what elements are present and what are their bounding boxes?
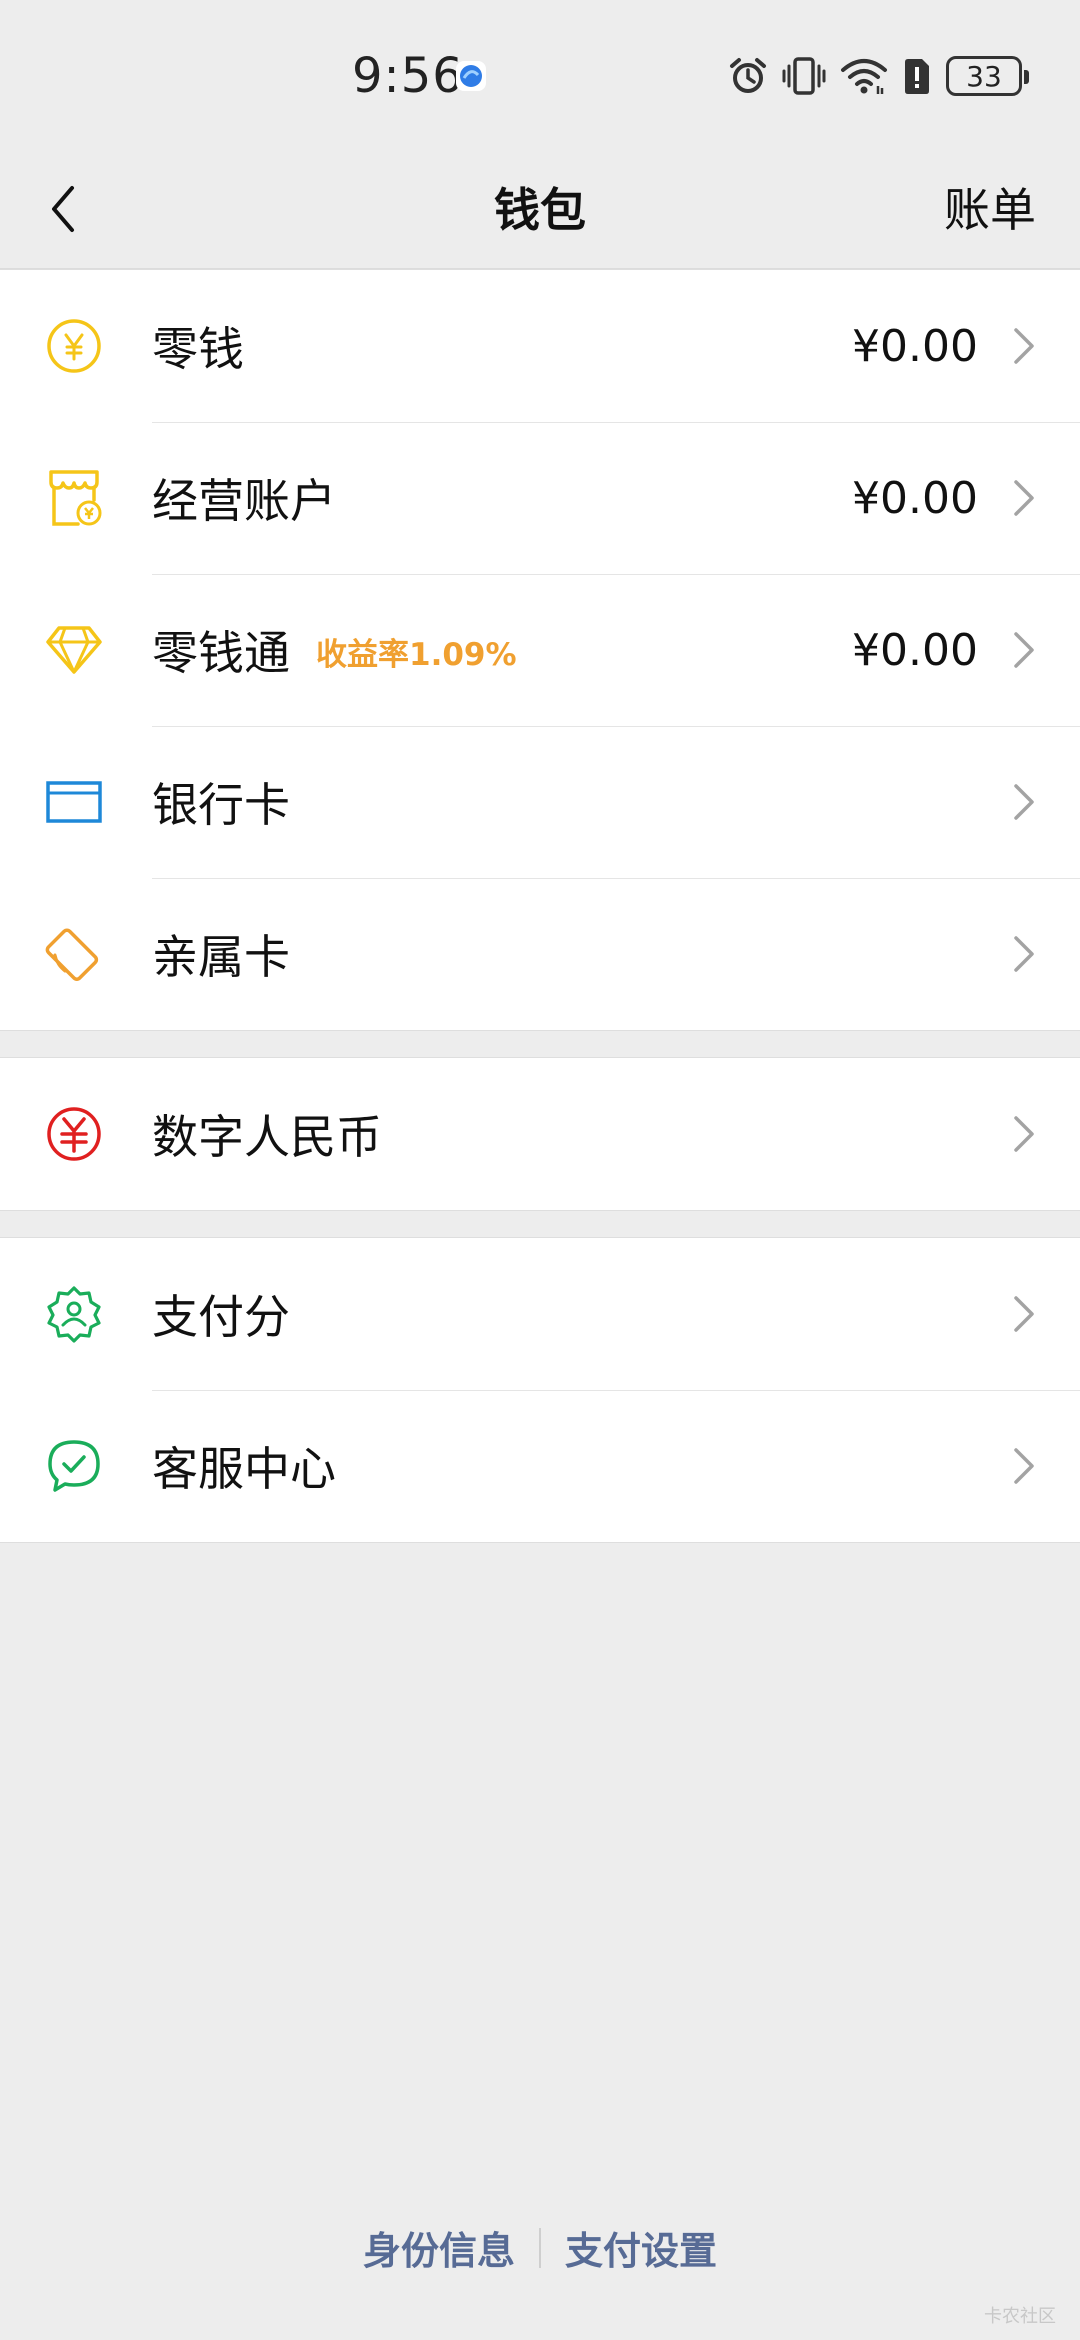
list-item-label: 支付分: [152, 1290, 290, 1344]
list-item-label: 经营账户: [152, 474, 336, 528]
bank-card-icon: [44, 772, 104, 832]
list-item-title: 零钱通: [152, 626, 290, 680]
list-item-change[interactable]: 零钱 ¥0.00: [0, 270, 1080, 422]
customer-service-icon: [44, 1436, 104, 1496]
sim-alert-icon: [905, 59, 929, 94]
battery-indicator: 33: [946, 56, 1029, 96]
identity-info-link[interactable]: 身份信息: [363, 2220, 515, 2275]
chevron-right-icon: [1014, 1296, 1034, 1332]
status-icons: 33: [728, 50, 1029, 102]
wifi-icon: [841, 59, 887, 94]
payment-settings-link[interactable]: 支付设置: [565, 2220, 717, 2275]
navigation-bar: 钱包 账单: [0, 150, 1080, 269]
list-item-digital-rmb[interactable]: 数字人民币: [0, 1058, 1080, 1210]
status-time: 9:56: [352, 48, 464, 104]
list-item-label: 亲属卡: [152, 930, 290, 984]
list-item-label: 数字人民币: [152, 1110, 382, 1164]
list-item-bank-card[interactable]: 银行卡: [0, 726, 1080, 878]
balance-value: ¥0.00: [852, 320, 978, 372]
footer-divider: [539, 2227, 541, 2268]
family-card-icon: [44, 924, 104, 984]
digital-rmb-icon: [44, 1104, 104, 1164]
vibrate-icon: [782, 57, 826, 95]
list-item-label: 零钱: [152, 322, 244, 376]
pay-score-icon: [44, 1284, 104, 1344]
bill-button[interactable]: 账单: [944, 174, 1036, 240]
list-item-label: 银行卡: [152, 778, 290, 832]
wallet-group-main: 零钱 ¥0.00 经营账户 ¥0.00 零钱通 收益率1.09% ¥0.00 银…: [0, 269, 1080, 1031]
list-item-label: 客服中心: [152, 1442, 336, 1496]
chevron-right-icon: [1014, 480, 1034, 516]
list-item-label: 零钱通 收益率1.09%: [152, 617, 517, 683]
wallet-group-services: 支付分 客服中心: [0, 1237, 1080, 1543]
chevron-right-icon: [1014, 632, 1034, 668]
wallet-group-digital-rmb: 数字人民币: [0, 1057, 1080, 1211]
balance-value: ¥0.00: [852, 624, 978, 676]
list-item-pay-score[interactable]: 支付分: [0, 1238, 1080, 1390]
app-notification-icon: [456, 61, 486, 91]
list-item-customer-service[interactable]: 客服中心: [0, 1390, 1080, 1542]
store-icon: [44, 468, 104, 528]
chevron-right-icon: [1014, 1448, 1034, 1484]
status-bar: 9:56 33: [0, 0, 1080, 150]
chevron-right-icon: [1014, 1116, 1034, 1152]
chevron-right-icon: [1014, 328, 1034, 364]
watermark: 卡农社区: [984, 2306, 1056, 2327]
yield-rate-tag: 收益率1.09%: [316, 637, 517, 673]
yuan-coin-icon: [44, 316, 104, 376]
diamond-icon: [44, 620, 104, 680]
battery-level: 33: [966, 59, 1002, 93]
chevron-right-icon: [1014, 784, 1034, 820]
chevron-right-icon: [1014, 936, 1034, 972]
list-item-family-card[interactable]: 亲属卡: [0, 878, 1080, 1030]
list-item-lingqiantong[interactable]: 零钱通 收益率1.09% ¥0.00: [0, 574, 1080, 726]
page-title: 钱包: [494, 183, 586, 237]
footer-links: 身份信息 支付设置: [0, 2220, 1080, 2275]
balance-value: ¥0.00: [852, 472, 978, 524]
list-item-business-account[interactable]: 经营账户 ¥0.00: [0, 422, 1080, 574]
alarm-icon: [730, 58, 766, 93]
